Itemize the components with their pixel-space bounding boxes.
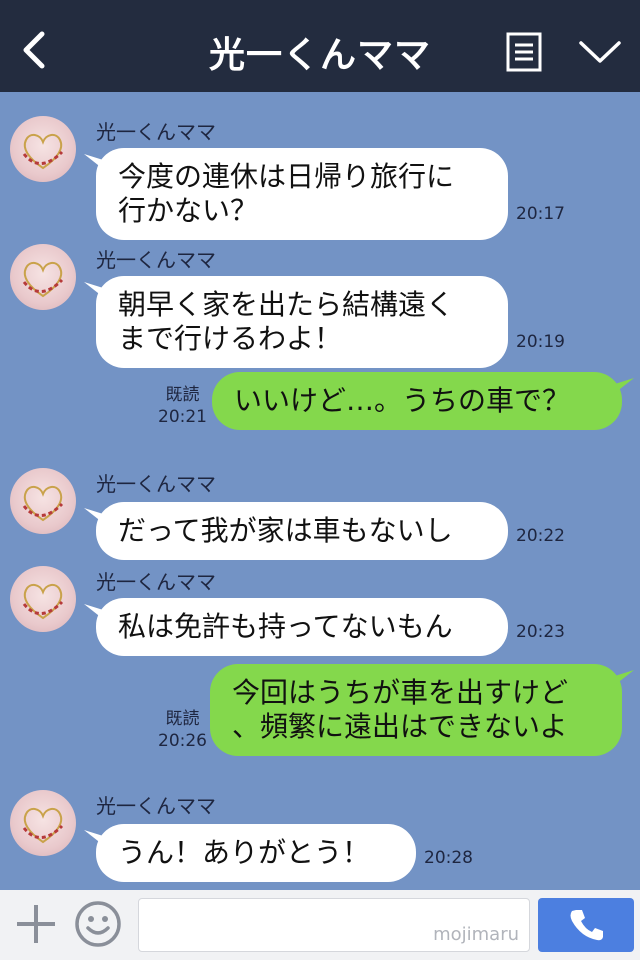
- chat-messages[interactable]: 光一くんママ 今度の連休は日帰り旅行に 行かない？ 20:17 光一くんママ 朝…: [0, 92, 640, 890]
- avatar[interactable]: [10, 566, 76, 632]
- sender-name: 光一くんママ: [96, 120, 216, 144]
- avatar[interactable]: [10, 116, 76, 182]
- heart-necklace-icon: [22, 584, 64, 620]
- read-receipt: 既読 20:21: [158, 384, 207, 428]
- message-text-line: 今度の連休は日帰り旅行に: [118, 160, 455, 193]
- message-text-line: まで行けるわよ！: [118, 322, 343, 355]
- message-text-line: 私は免許も持ってないもん: [118, 610, 453, 643]
- heart-necklace-icon: [22, 808, 64, 844]
- watermark: mojimaru: [433, 924, 519, 945]
- message-bubble[interactable]: うん！ありがとう！: [96, 824, 416, 882]
- message-bubble[interactable]: 私は免許も持ってないもん: [96, 598, 508, 656]
- sender-name: 光一くんママ: [96, 472, 216, 496]
- message-time: 20:23: [516, 622, 565, 642]
- sender-name: 光一くんママ: [96, 794, 216, 818]
- chat-header: 光一くんママ: [0, 0, 640, 92]
- message-bubble[interactable]: 今回はうちが車を出すけど 、頻繁に遠出はできないよ: [210, 664, 622, 756]
- menu-icon[interactable]: [506, 32, 542, 72]
- message-bubble[interactable]: いいけど…。うちの車で？: [212, 372, 622, 430]
- message-text-line: 今回はうちが車を出すけど: [232, 676, 569, 709]
- smile-icon[interactable]: [74, 900, 122, 948]
- read-label: 既読: [165, 709, 200, 729]
- message-bubble[interactable]: 今度の連休は日帰り旅行に 行かない？: [96, 148, 508, 240]
- message-input[interactable]: mojimaru: [138, 898, 530, 952]
- message-text-line: だって我が家は車もないし: [118, 514, 453, 547]
- chat-title: 光一くんママ: [208, 35, 431, 76]
- phone-icon: [570, 910, 603, 941]
- message-time: 20:26: [158, 731, 207, 751]
- message-text-line: いいけど…。うちの車で？: [234, 384, 571, 417]
- message-bubble[interactable]: 朝早く家を出たら結構遠く まで行けるわよ！: [96, 276, 508, 368]
- call-button[interactable]: [538, 898, 634, 952]
- avatar[interactable]: [10, 468, 76, 534]
- message-text-line: うん！ありがとう！: [118, 836, 371, 869]
- plus-icon[interactable]: [14, 902, 58, 946]
- avatar[interactable]: [10, 244, 76, 310]
- chevron-down-icon[interactable]: [578, 38, 622, 66]
- heart-necklace-icon: [22, 262, 64, 298]
- message-time: 20:28: [424, 848, 473, 868]
- heart-necklace-icon: [22, 134, 64, 170]
- message-bubble[interactable]: だって我が家は車もないし: [96, 502, 508, 560]
- heart-necklace-icon: [22, 486, 64, 522]
- message-text-line: 行かない？: [118, 194, 259, 227]
- sender-name: 光一くんママ: [96, 570, 216, 594]
- message-time: 20:17: [516, 204, 565, 224]
- sender-name: 光一くんママ: [96, 248, 216, 272]
- message-text-line: 朝早く家を出たら結構遠く: [118, 288, 455, 321]
- message-time: 20:22: [516, 526, 565, 546]
- message-time: 20:19: [516, 332, 565, 352]
- read-label: 既読: [165, 385, 200, 405]
- message-time: 20:21: [158, 407, 207, 427]
- composer-bar: mojimaru: [0, 890, 640, 960]
- avatar[interactable]: [10, 790, 76, 856]
- message-text-line: 、頻繁に遠出はできないよ: [232, 710, 568, 743]
- read-receipt: 既読 20:26: [158, 708, 207, 752]
